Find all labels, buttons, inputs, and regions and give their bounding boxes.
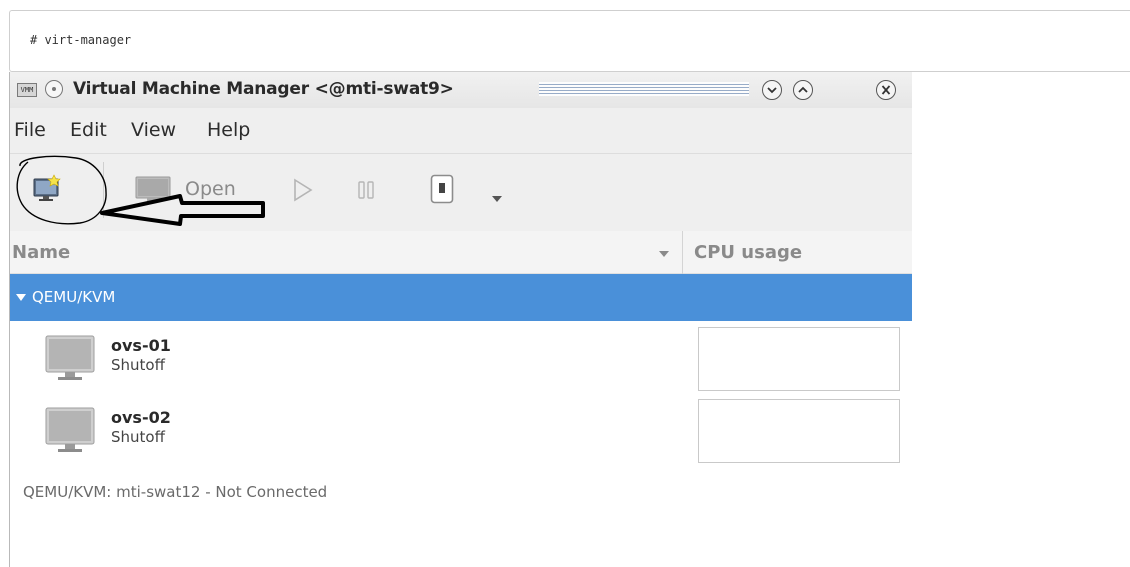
code-block: # virt-manager <box>9 10 1130 72</box>
shutdown-icon <box>430 174 454 204</box>
menu-file[interactable]: File <box>14 119 46 141</box>
sort-chevron-icon[interactable] <box>658 250 670 258</box>
run-button[interactable] <box>292 178 314 206</box>
title-bar-stripes <box>539 82 749 96</box>
close-button[interactable] <box>876 80 896 100</box>
vm-monitor-icon <box>45 407 95 452</box>
menu-view[interactable]: View <box>131 119 176 141</box>
connection-status[interactable]: QEMU/KVM: mti-swat12 - Not Connected <box>23 483 327 501</box>
shutdown-button[interactable] <box>430 174 454 208</box>
connection-group-label: QEMU/KVM <box>32 288 116 306</box>
column-header: Name CPU usage <box>10 231 912 274</box>
menu-edit[interactable]: Edit <box>70 119 107 141</box>
chevron-down-icon <box>492 196 502 202</box>
column-cpu-header[interactable]: CPU usage <box>694 242 802 263</box>
minimize-button[interactable] <box>762 80 782 100</box>
window-menu-icon[interactable] <box>45 80 63 98</box>
toolbar: Open <box>10 153 912 231</box>
virt-manager-window: VMM Virtual Machine Manager <@mti-swat9> <box>9 72 912 567</box>
new-vm-icon <box>33 174 61 201</box>
cpu-usage-graph <box>698 327 900 391</box>
shutdown-menu-button[interactable] <box>491 188 503 207</box>
close-icon <box>881 85 891 95</box>
play-icon <box>294 178 313 202</box>
code-command: # virt-manager <box>30 33 132 47</box>
vm-row[interactable]: ovs-02 Shutoff <box>10 397 912 467</box>
pause-button[interactable] <box>356 178 376 206</box>
pause-icon <box>358 181 374 199</box>
vm-state: Shutoff <box>111 428 165 446</box>
cpu-usage-graph <box>698 399 900 463</box>
toolbar-separator <box>103 162 104 218</box>
expander-icon[interactable] <box>16 294 26 301</box>
app-icon: VMM <box>17 83 37 97</box>
column-divider[interactable] <box>682 231 683 274</box>
vm-state: Shutoff <box>111 356 165 374</box>
new-vm-button[interactable] <box>32 174 62 204</box>
menu-help[interactable]: Help <box>207 119 250 141</box>
chevron-down-icon <box>767 87 777 94</box>
window-title: Virtual Machine Manager <@mti-swat9> <box>73 79 454 99</box>
page: # virt-manager VMM Virtual Machine Manag… <box>0 0 1130 567</box>
vm-name: ovs-02 <box>111 408 171 427</box>
open-button-label[interactable]: Open <box>185 178 236 200</box>
vm-monitor-icon <box>45 335 95 380</box>
column-name-header[interactable]: Name <box>12 242 70 263</box>
vm-name: ovs-01 <box>111 336 171 355</box>
chevron-up-icon <box>798 86 808 93</box>
connection-group-row[interactable]: QEMU/KVM <box>10 274 912 321</box>
open-console-icon <box>135 176 171 201</box>
vm-row[interactable]: ovs-01 Shutoff <box>10 325 912 395</box>
menu-bar: File Edit View Help <box>10 108 912 153</box>
title-bar[interactable]: VMM Virtual Machine Manager <@mti-swat9> <box>10 72 912 108</box>
open-console-button[interactable] <box>135 176 171 202</box>
maximize-button[interactable] <box>793 80 813 100</box>
